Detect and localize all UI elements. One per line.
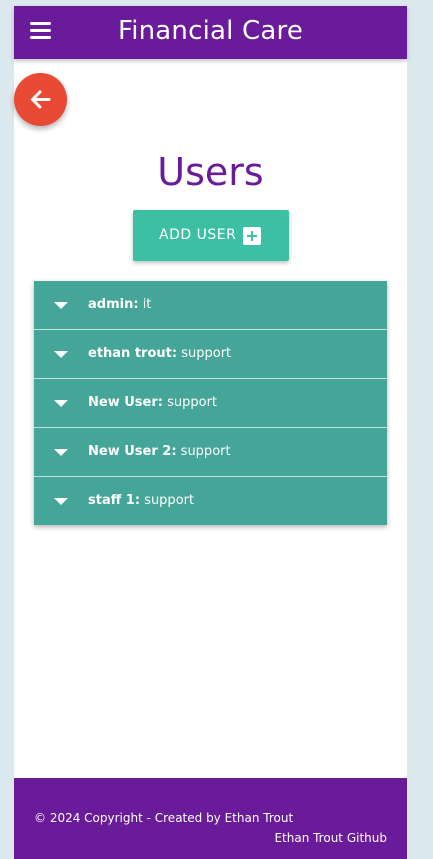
user-name: staff 1 <box>88 493 135 508</box>
user-row-new-user-2[interactable]: New User 2: support <box>34 428 387 477</box>
github-link[interactable]: Ethan Trout Github <box>274 831 387 845</box>
user-role: it <box>142 297 152 312</box>
app-title: Financial Care <box>117 16 304 46</box>
user-role: support <box>181 346 232 361</box>
user-name: admin <box>88 297 134 312</box>
user-role: support <box>180 444 231 459</box>
user-row-new-user[interactable]: New User: support <box>34 379 387 428</box>
name-separator: : <box>171 346 178 361</box>
name-separator: : <box>171 444 177 459</box>
name-separator: : <box>157 395 163 410</box>
copyright-text: © 2024 Copyright - Created by Ethan Trou… <box>34 811 294 825</box>
add-user-label: ADD USER <box>159 227 237 243</box>
back-button[interactable] <box>14 73 67 126</box>
user-row-admin[interactable]: admin: it <box>34 281 387 330</box>
user-name: ethan trout <box>88 346 172 361</box>
caret-down-icon <box>54 351 68 358</box>
user-entry: staff 1: support <box>88 493 194 508</box>
user-list: admin: it ethan trout: support New User:… <box>34 281 387 525</box>
user-entry: New User 2: support <box>88 444 231 459</box>
user-name: New User <box>88 395 158 410</box>
caret-down-icon <box>54 449 68 456</box>
user-row-ethan-trout[interactable]: ethan trout: support <box>34 330 387 379</box>
app-header: Financial Care <box>14 6 407 59</box>
user-row-staff-1[interactable]: staff 1: support <box>34 477 387 525</box>
page-title: Users <box>157 150 264 194</box>
caret-down-icon <box>54 400 68 407</box>
user-entry: admin: it <box>88 297 151 312</box>
arrow-left-icon <box>31 90 51 109</box>
page-footer: © 2024 Copyright - Created by Ethan Trou… <box>14 778 407 859</box>
user-name: New User 2 <box>88 444 172 459</box>
app-frame: Financial Care Users ADD USER admin: it … <box>14 6 407 859</box>
plus-box-icon <box>243 227 261 245</box>
user-role: support <box>144 493 195 508</box>
caret-down-icon <box>54 498 68 505</box>
user-entry: New User: support <box>88 395 217 410</box>
name-separator: : <box>134 493 141 508</box>
caret-down-icon <box>54 302 68 309</box>
name-separator: : <box>133 297 139 312</box>
user-entry: ethan trout: support <box>88 346 231 361</box>
user-role: support <box>167 395 218 410</box>
add-user-button[interactable]: ADD USER <box>133 210 289 261</box>
